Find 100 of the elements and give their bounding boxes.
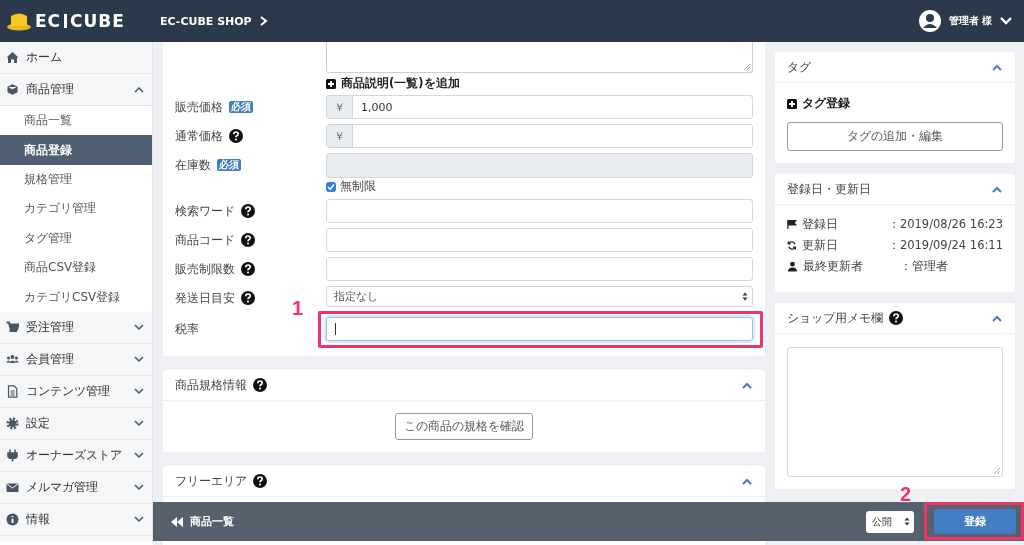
plus-square-icon	[326, 78, 336, 89]
logo-text: CUBE	[70, 11, 125, 31]
price-field[interactable]: ￥ 1,000	[326, 95, 753, 119]
logo-text: EC	[35, 11, 62, 31]
sidebar-item[interactable]: 会員管理	[0, 343, 152, 376]
step-number: 2	[900, 483, 912, 506]
field-label: 検索ワード	[175, 202, 235, 220]
card-title: フリーエリア	[175, 472, 247, 490]
help-icon[interactable]	[253, 474, 267, 488]
sidebar-item[interactable]: 設定	[0, 407, 152, 440]
status-select[interactable]: 公開	[866, 510, 914, 533]
chevron-down-icon	[134, 387, 144, 395]
field-label: 発送日目安	[175, 289, 235, 307]
sidebar-item[interactable]: 受注管理	[0, 311, 152, 344]
nav-label: ホーム	[26, 49, 63, 66]
chevron-down-icon	[134, 451, 144, 459]
field-label: 販売価格	[175, 98, 223, 116]
help-icon[interactable]	[889, 311, 903, 325]
help-icon[interactable]	[241, 204, 255, 218]
date-label: 最終更新者	[803, 259, 864, 274]
step-number: 1	[292, 297, 304, 320]
plug-icon	[6, 448, 19, 462]
date-value: ：2019/08/26 16:23	[887, 217, 1003, 232]
cart-icon	[6, 320, 19, 334]
select-field[interactable]: 指定なし	[326, 286, 753, 307]
user-menu[interactable]: 管理者 様	[948, 14, 992, 28]
help-icon[interactable]	[241, 262, 255, 276]
register-button[interactable]: 登録	[934, 509, 1016, 534]
users-icon	[6, 352, 19, 366]
nav-label: メルマガ管理	[26, 478, 99, 496]
help-icon[interactable]	[229, 129, 243, 143]
help-icon[interactable]	[241, 233, 255, 247]
input-field[interactable]	[326, 317, 753, 341]
field-label: 商品コード	[175, 231, 235, 249]
sidebar-subitem[interactable]: 商品CSV登録	[0, 252, 152, 283]
add-description-link[interactable]: 商品説明(一覧)を追加	[326, 76, 753, 91]
help-icon[interactable]	[253, 378, 267, 392]
hat-logo-icon	[6, 11, 32, 31]
input-field[interactable]	[326, 199, 753, 223]
card-title: 商品規格情報	[175, 376, 247, 394]
chevron-up-icon[interactable]	[992, 185, 1002, 193]
user-avatar-icon	[918, 10, 941, 32]
chevron-up-icon[interactable]	[992, 314, 1002, 322]
card-title: ショップ用メモ欄	[787, 309, 883, 327]
input-field[interactable]	[326, 228, 753, 252]
shop-link[interactable]: EC-CUBE SHOP	[160, 14, 252, 28]
sidebar-item[interactable]: 情報	[0, 503, 152, 536]
nav-label: オーナーズストア	[26, 446, 123, 464]
info-icon	[6, 512, 19, 526]
field-label: 通常価格	[175, 127, 223, 145]
sidebar-subitem[interactable]: カテゴリ管理	[0, 194, 152, 224]
sidebar-subitem[interactable]: 商品一覧	[0, 106, 152, 136]
double-arrow-left-icon	[171, 516, 184, 527]
gear-icon	[6, 416, 19, 430]
chevron-up-icon[interactable]	[742, 477, 752, 485]
sidebar-item[interactable]: コンテンツ管理	[0, 375, 152, 408]
plus-square-icon	[787, 98, 797, 109]
required-badge: 必須	[229, 101, 253, 113]
add-tag-link[interactable]: タグ登録	[787, 95, 1003, 112]
sidebar-item[interactable]: ホーム	[0, 42, 152, 74]
back-link[interactable]: 商品一覧	[171, 514, 234, 529]
home-icon	[6, 51, 19, 64]
date-value: ：2019/09/24 16:11	[887, 238, 1003, 253]
field-label: 税率	[175, 320, 199, 338]
card-title: タグ	[787, 58, 811, 76]
date-label: 更新日	[801, 238, 839, 253]
card-title: 登録日・更新日	[787, 180, 871, 198]
field-label: 在庫数	[175, 156, 211, 174]
sidebar-subitem[interactable]: カテゴリCSV登録	[0, 282, 152, 312]
chevron-up-icon[interactable]	[992, 63, 1002, 71]
sidebar-subitem[interactable]: タグ管理	[0, 223, 152, 253]
edit-tags-button[interactable]: タグの追加・編集	[787, 122, 1003, 151]
nav-label: 設定	[26, 414, 51, 432]
caret-down-icon	[1000, 17, 1012, 25]
check-specs-button[interactable]: この商品の規格を確認	[395, 413, 533, 440]
sidebar-subitem[interactable]: 商品登録	[0, 135, 152, 165]
nav-label: 商品管理	[26, 81, 75, 98]
nav-label: 情報	[26, 510, 51, 528]
resize-grip-icon	[744, 64, 750, 70]
unlimited-checkbox[interactable]: 無制限	[326, 179, 753, 194]
chevron-up-icon	[134, 86, 144, 93]
input-field[interactable]	[326, 257, 753, 281]
chevron-down-icon	[134, 483, 144, 491]
help-icon[interactable]	[241, 291, 255, 305]
price-field[interactable]: ￥	[326, 124, 753, 148]
date-label: 登録日	[801, 217, 839, 232]
nav-label: コンテンツ管理	[26, 382, 111, 400]
resize-grip-icon	[994, 468, 1000, 474]
sidebar-item[interactable]: オーナーズストア	[0, 439, 152, 472]
file-icon	[6, 384, 19, 398]
chevron-down-icon	[134, 419, 144, 427]
user-icon	[787, 261, 798, 272]
chevron-right-icon	[259, 16, 268, 26]
sidebar-subitem[interactable]: 規格管理	[0, 164, 152, 195]
chevron-down-icon	[134, 515, 144, 523]
nav-label: 会員管理	[26, 350, 75, 368]
chevron-up-icon[interactable]	[742, 381, 752, 389]
sidebar-item[interactable]: メルマガ管理	[0, 471, 152, 504]
nav-label: 受注管理	[26, 318, 75, 336]
flag-icon	[787, 219, 797, 230]
